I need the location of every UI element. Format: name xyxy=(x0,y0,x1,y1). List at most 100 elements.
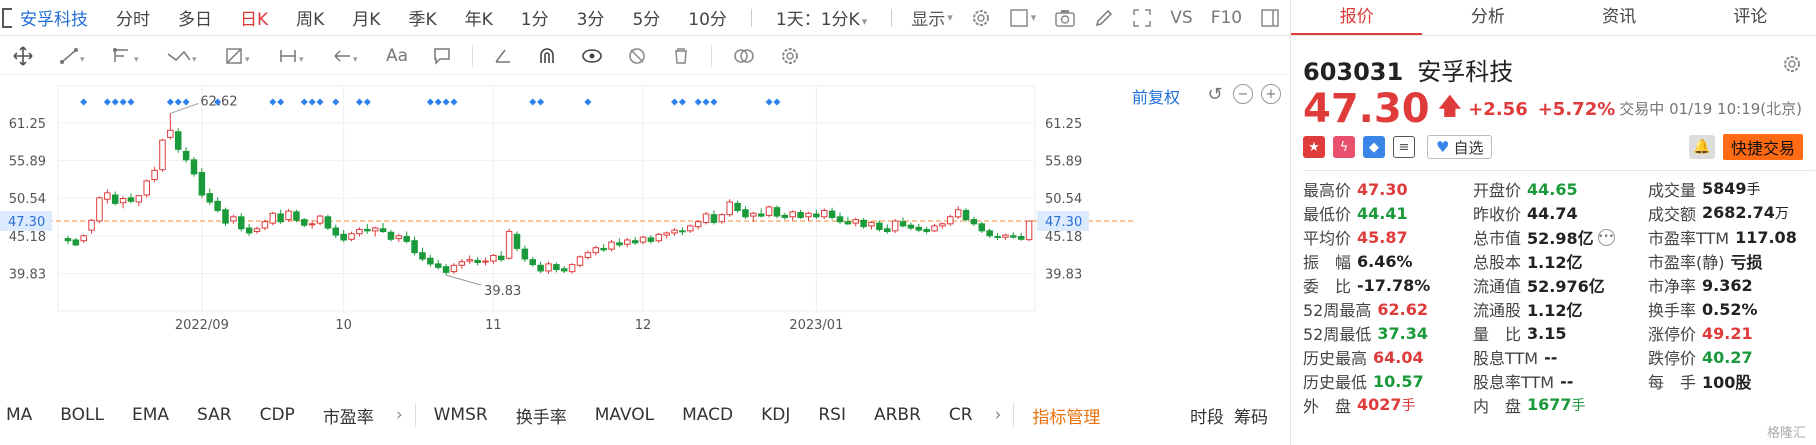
session-tab[interactable]: 时段 xyxy=(1190,403,1224,428)
ruler-icon[interactable] xyxy=(493,46,513,66)
fullscreen-icon[interactable] xyxy=(1132,8,1152,28)
trash-icon[interactable] xyxy=(671,46,691,66)
gear-icon[interactable] xyxy=(1782,54,1802,79)
period-select-dropdown[interactable]: 1天：1分K ▾ xyxy=(776,5,867,30)
indicator-ma[interactable]: MA xyxy=(6,405,32,425)
margin-icon[interactable]: ϟ xyxy=(1333,136,1355,158)
indicator-cdp[interactable]: CDP xyxy=(260,405,295,425)
stat-value: 1.12亿 xyxy=(1527,249,1582,273)
tab-news[interactable]: 资讯 xyxy=(1554,0,1685,35)
chevron-right-icon[interactable]: › xyxy=(396,405,403,425)
candle xyxy=(876,222,883,230)
candle xyxy=(285,210,292,221)
bell-icon[interactable]: 🔔 xyxy=(1688,135,1715,159)
period-tab-yearly[interactable]: 年K xyxy=(465,5,493,30)
indicator-rsi[interactable]: RSI xyxy=(818,405,846,425)
fib-tool-icon[interactable]: ▾ xyxy=(224,46,254,66)
tab-analysis[interactable]: 分析 xyxy=(1422,0,1553,35)
hide-drawings-icon[interactable] xyxy=(627,46,647,66)
comment-tool-icon[interactable] xyxy=(432,46,452,66)
channel-tool-icon[interactable]: ▾ xyxy=(112,46,142,66)
stat-label: 跌停价 xyxy=(1648,349,1697,368)
candle xyxy=(403,235,410,242)
indicator-kdj[interactable]: KDJ xyxy=(761,405,790,425)
stat-label: 委 比 xyxy=(1303,277,1352,296)
candle xyxy=(245,227,253,234)
chevron-right-icon[interactable]: › xyxy=(995,405,1002,425)
camera-icon[interactable] xyxy=(1054,8,1076,28)
stat-cell: 振 幅 6.46% xyxy=(1303,249,1473,273)
divider xyxy=(711,44,713,67)
measure-tool-icon[interactable]: ▾ xyxy=(278,46,308,66)
stat-label: 股息率TTM xyxy=(1473,373,1555,392)
indicator-macd[interactable]: MACD xyxy=(682,405,733,425)
layout-dropdown[interactable]: ▾ xyxy=(1009,8,1037,28)
trading-status: 交易中 01/19 10:19(北京) xyxy=(1619,100,1802,118)
chevron-down-icon: ▾ xyxy=(1030,11,1037,24)
period-tab-3min[interactable]: 3分 xyxy=(577,5,605,30)
candle xyxy=(568,264,576,273)
period-tab-5min[interactable]: 5分 xyxy=(632,5,660,30)
event-marker xyxy=(434,98,442,106)
stat-value: 45.87 xyxy=(1357,228,1408,247)
event-marker xyxy=(450,98,458,106)
candle xyxy=(80,235,87,242)
tab-quote[interactable]: 报价 xyxy=(1291,0,1423,35)
quick-trade-button[interactable]: 快捷交易 xyxy=(1722,134,1803,160)
pencil-icon[interactable] xyxy=(1094,8,1114,28)
display-dropdown[interactable]: 显示 ▾ xyxy=(911,5,953,30)
period-tab-quarterly[interactable]: 季K xyxy=(408,5,436,30)
indicator-pe[interactable]: 市盈率 xyxy=(323,403,374,428)
drawing-settings-gear-icon[interactable] xyxy=(780,46,800,66)
line-tool-icon[interactable]: ▾ xyxy=(58,46,88,66)
candle xyxy=(891,220,899,232)
indicator-boll[interactable]: BOLL xyxy=(60,405,104,425)
stat-cell: 开盘价 44.65 xyxy=(1473,177,1648,201)
candle xyxy=(143,180,150,196)
text-tool-icon[interactable]: Aa xyxy=(386,46,408,66)
indicator-wmsr[interactable]: WMSR xyxy=(434,405,488,425)
indicator-manage-link[interactable]: 指标管理 xyxy=(1032,403,1100,428)
stat-cell: 昨收价 44.74 xyxy=(1473,201,1648,225)
indicator-arbr[interactable]: ARBR xyxy=(874,405,921,425)
wave-tool-icon[interactable]: ▾ xyxy=(166,46,200,66)
eye-lock-icon[interactable] xyxy=(581,46,603,66)
stat-value: 3.15 xyxy=(1527,324,1566,343)
stock-name-tab[interactable]: 安孚科技 xyxy=(20,5,88,30)
indicator-turnover[interactable]: 换手率 xyxy=(516,403,567,428)
arrow-tool-icon[interactable]: ▾ xyxy=(332,46,362,66)
period-tab-daily[interactable]: 日K xyxy=(240,5,268,30)
chips-tab[interactable]: 筹码 xyxy=(1234,403,1268,428)
candle xyxy=(521,248,529,260)
period-tab-intraday[interactable]: 分时 xyxy=(116,5,150,30)
candle xyxy=(167,129,174,138)
tag-icon[interactable]: ◆ xyxy=(1363,136,1385,158)
period-tab-weekly[interactable]: 周K xyxy=(296,5,324,30)
add-favorite-button[interactable]: ♥ 自选 xyxy=(1427,135,1493,159)
indicator-mavol[interactable]: MAVOL xyxy=(595,405,654,425)
vs-compare-button[interactable]: VS xyxy=(1170,8,1192,28)
indicator-ema[interactable]: EMA xyxy=(132,405,169,425)
candlestick-chart[interactable]: 61.25 61.25 55.89 55.89 50.54 50.54 45.18 45.18… xyxy=(0,76,1290,392)
tab-comments[interactable]: 评论 xyxy=(1685,0,1816,35)
document-icon[interactable]: ≡ xyxy=(1393,136,1415,158)
period-tab-monthly[interactable]: 月K xyxy=(352,5,380,30)
candle xyxy=(844,221,852,225)
more-icon[interactable]: ••• xyxy=(1597,228,1615,246)
candle xyxy=(765,206,773,216)
stat-value-text: -- xyxy=(1544,347,1558,367)
f10-button[interactable]: F10 xyxy=(1211,8,1242,28)
magnet-icon[interactable] xyxy=(537,46,557,66)
candle xyxy=(135,195,143,203)
period-tab-multiday[interactable]: 多日 xyxy=(178,5,212,30)
panel-toggle-icon[interactable] xyxy=(1260,8,1280,28)
overlay-icon[interactable] xyxy=(732,46,756,66)
candle xyxy=(450,264,458,273)
indicator-sar[interactable]: SAR xyxy=(197,405,232,425)
gear-icon[interactable] xyxy=(971,8,991,28)
stat-cell: 总股本 1.12亿 xyxy=(1473,249,1648,273)
period-tab-10min[interactable]: 10分 xyxy=(688,5,727,30)
indicator-cr[interactable]: CR xyxy=(949,405,973,425)
move-crosshair-icon[interactable] xyxy=(12,45,34,67)
period-tab-1min[interactable]: 1分 xyxy=(521,5,549,30)
